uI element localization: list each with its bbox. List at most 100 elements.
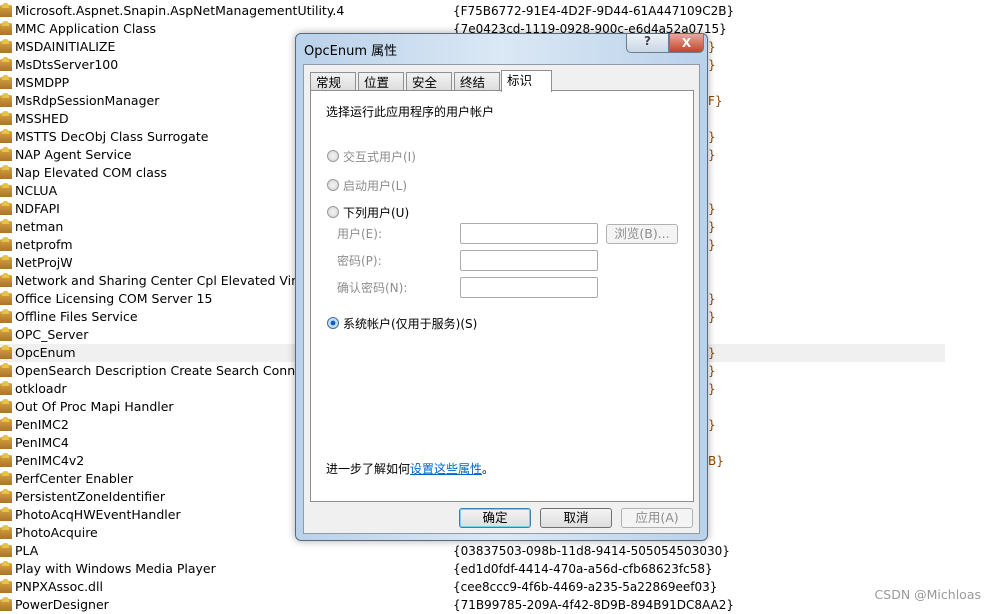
item-name: OpenSearch Description Create Search Con… [15, 363, 323, 378]
app-id-fragment: } [708, 418, 716, 432]
component-package-icon [0, 363, 12, 377]
item-app-id: {cee8ccc9-4f6b-4469-a235-5a22869eef03} [453, 580, 718, 594]
item-name: NCLUA [15, 183, 58, 198]
tab-endpoints[interactable]: 终结点 [454, 72, 500, 109]
app-id-fragment: } [708, 130, 716, 144]
component-package-icon [0, 75, 12, 89]
apply-button[interactable]: 应用(A) [621, 508, 693, 528]
password-input[interactable] [460, 250, 598, 271]
item-app-id: {ed1d0fdf-4414-470a-a56d-cfb68623fc58} [453, 562, 713, 576]
component-package-icon [0, 165, 12, 179]
app-id-fragment: } [708, 346, 716, 360]
panel-heading: 选择运行此应用程序的用户帐户 [326, 105, 495, 119]
item-name: PerfCenter Enabler [15, 471, 134, 486]
item-name: Nap Elevated COM class [15, 165, 167, 180]
user-input[interactable] [460, 223, 598, 244]
list-item[interactable]: PLA {03837503-098b-11d8-9414-505054503030… [0, 542, 945, 560]
app-id-fragment: } [708, 148, 716, 162]
component-package-icon [0, 237, 12, 251]
item-name: Microsoft.Aspnet.Snapin.AspNetManagement… [15, 3, 345, 18]
properties-dialog: OpcEnum 属性 ? X 常规 位置 安全 终结点 标识 选择运行此应用程序… [295, 33, 708, 541]
app-id-fragment: } [708, 58, 716, 72]
app-id-fragment: } [708, 382, 716, 396]
identity-panel: 选择运行此应用程序的用户帐户 交互式用户(I) 启动用户(L) 下列用户(U) … [310, 90, 694, 502]
component-package-icon [0, 183, 12, 197]
item-name: PhotoAcqHWEventHandler [15, 507, 181, 522]
app-id-fragment: } [708, 238, 716, 252]
browse-button[interactable]: 浏览(B)... [606, 224, 678, 244]
item-name: Office Licensing COM Server 15 [15, 291, 213, 306]
component-package-icon [0, 507, 12, 521]
radio-interactive-user[interactable] [327, 150, 339, 162]
label-interactive-user: 交互式用户(I) [343, 150, 416, 164]
component-package-icon [0, 525, 12, 539]
password-label: 密码(P): [337, 254, 382, 268]
component-package-icon [0, 561, 12, 575]
item-name: MsRdpSessionManager [15, 93, 160, 108]
cancel-button[interactable]: 取消 [540, 508, 612, 528]
confirm-password-input[interactable] [460, 277, 598, 298]
item-name: otkloadr [15, 381, 67, 396]
app-id-fragment: } [708, 310, 716, 324]
component-package-icon [0, 435, 12, 449]
list-item[interactable]: Play with Windows Media Player {ed1d0fdf-… [0, 560, 945, 578]
item-name: PhotoAcquire [15, 525, 98, 540]
component-package-icon [0, 201, 12, 215]
item-name: Play with Windows Media Player [15, 561, 216, 576]
tab-security[interactable]: 安全 [406, 72, 452, 91]
item-name: NDFAPI [15, 201, 60, 216]
item-name: OPC_Server [15, 327, 89, 342]
radio-system-account[interactable] [327, 317, 339, 329]
item-name: MSSHED [15, 111, 69, 126]
tab-identity[interactable]: 标识 [501, 70, 552, 92]
item-name: OpcEnum [15, 345, 76, 360]
component-package-icon [0, 3, 12, 17]
item-name: netprofm [15, 237, 73, 252]
label-launching-user: 启动用户(L) [343, 179, 408, 193]
tab-location[interactable]: 位置 [358, 72, 404, 91]
list-item[interactable]: PNPXAssoc.dll {cee8ccc9-4f6b-4469-a235-5a… [0, 578, 945, 596]
app-id-fragment: F} [708, 94, 723, 108]
component-package-icon [0, 597, 12, 611]
item-name: PenIMC2 [15, 417, 69, 432]
app-id-fragment: } [708, 202, 716, 216]
component-package-icon [0, 39, 12, 53]
user-label: 用户(E): [337, 227, 382, 241]
close-button[interactable]: X [669, 34, 704, 53]
ok-button[interactable]: 确定 [459, 508, 531, 528]
learn-more-prefix: 进一步了解如何 [326, 462, 411, 476]
item-app-id: {71B99785-209A-4f42-8D9B-894B91DC8AA2} [453, 598, 735, 612]
component-package-icon [0, 381, 12, 395]
item-name: PenIMC4 [15, 435, 69, 450]
component-package-icon [0, 453, 12, 467]
item-name: MSMDPP [15, 75, 70, 90]
list-item[interactable]: PowerDesigner {71B99785-209A-4f42-8D9B-89… [0, 596, 945, 614]
learn-more-link[interactable]: 设置这些属性 [410, 462, 482, 476]
item-name: MSTTS DecObj Class Surrogate [15, 129, 209, 144]
label-system-account: 系统帐户(仅用于服务)(S) [343, 317, 478, 331]
app-id-fragment: } [708, 220, 716, 234]
watermark: CSDN @Michloas [874, 587, 981, 602]
item-name: PenIMC4v2 [15, 453, 85, 468]
app-id-fragment: } [708, 292, 716, 306]
item-name: PNPXAssoc.dll [15, 579, 103, 594]
component-package-icon [0, 147, 12, 161]
label-this-user: 下列用户(U) [343, 206, 410, 220]
component-package-icon [0, 417, 12, 431]
help-button[interactable]: ? [626, 34, 669, 53]
list-item[interactable]: Microsoft.Aspnet.Snapin.AspNetManagement… [0, 2, 945, 20]
component-package-icon [0, 219, 12, 233]
item-name: Offline Files Service [15, 309, 138, 324]
tab-general[interactable]: 常规 [310, 72, 356, 91]
app-id-fragment: } [708, 364, 716, 378]
item-name: NAP Agent Service [15, 147, 132, 162]
component-package-icon [0, 471, 12, 485]
app-id-fragment: B} [708, 454, 724, 468]
component-package-icon [0, 291, 12, 305]
app-id-fragment: } [708, 40, 716, 54]
item-name: PersistentZoneIdentifier [15, 489, 165, 504]
radio-this-user[interactable] [327, 206, 339, 218]
item-name: NetProjW [15, 255, 73, 270]
dialog-body: 常规 位置 安全 终结点 标识 选择运行此应用程序的用户帐户 交互式用户(I) … [303, 64, 700, 534]
radio-launching-user[interactable] [327, 179, 339, 191]
